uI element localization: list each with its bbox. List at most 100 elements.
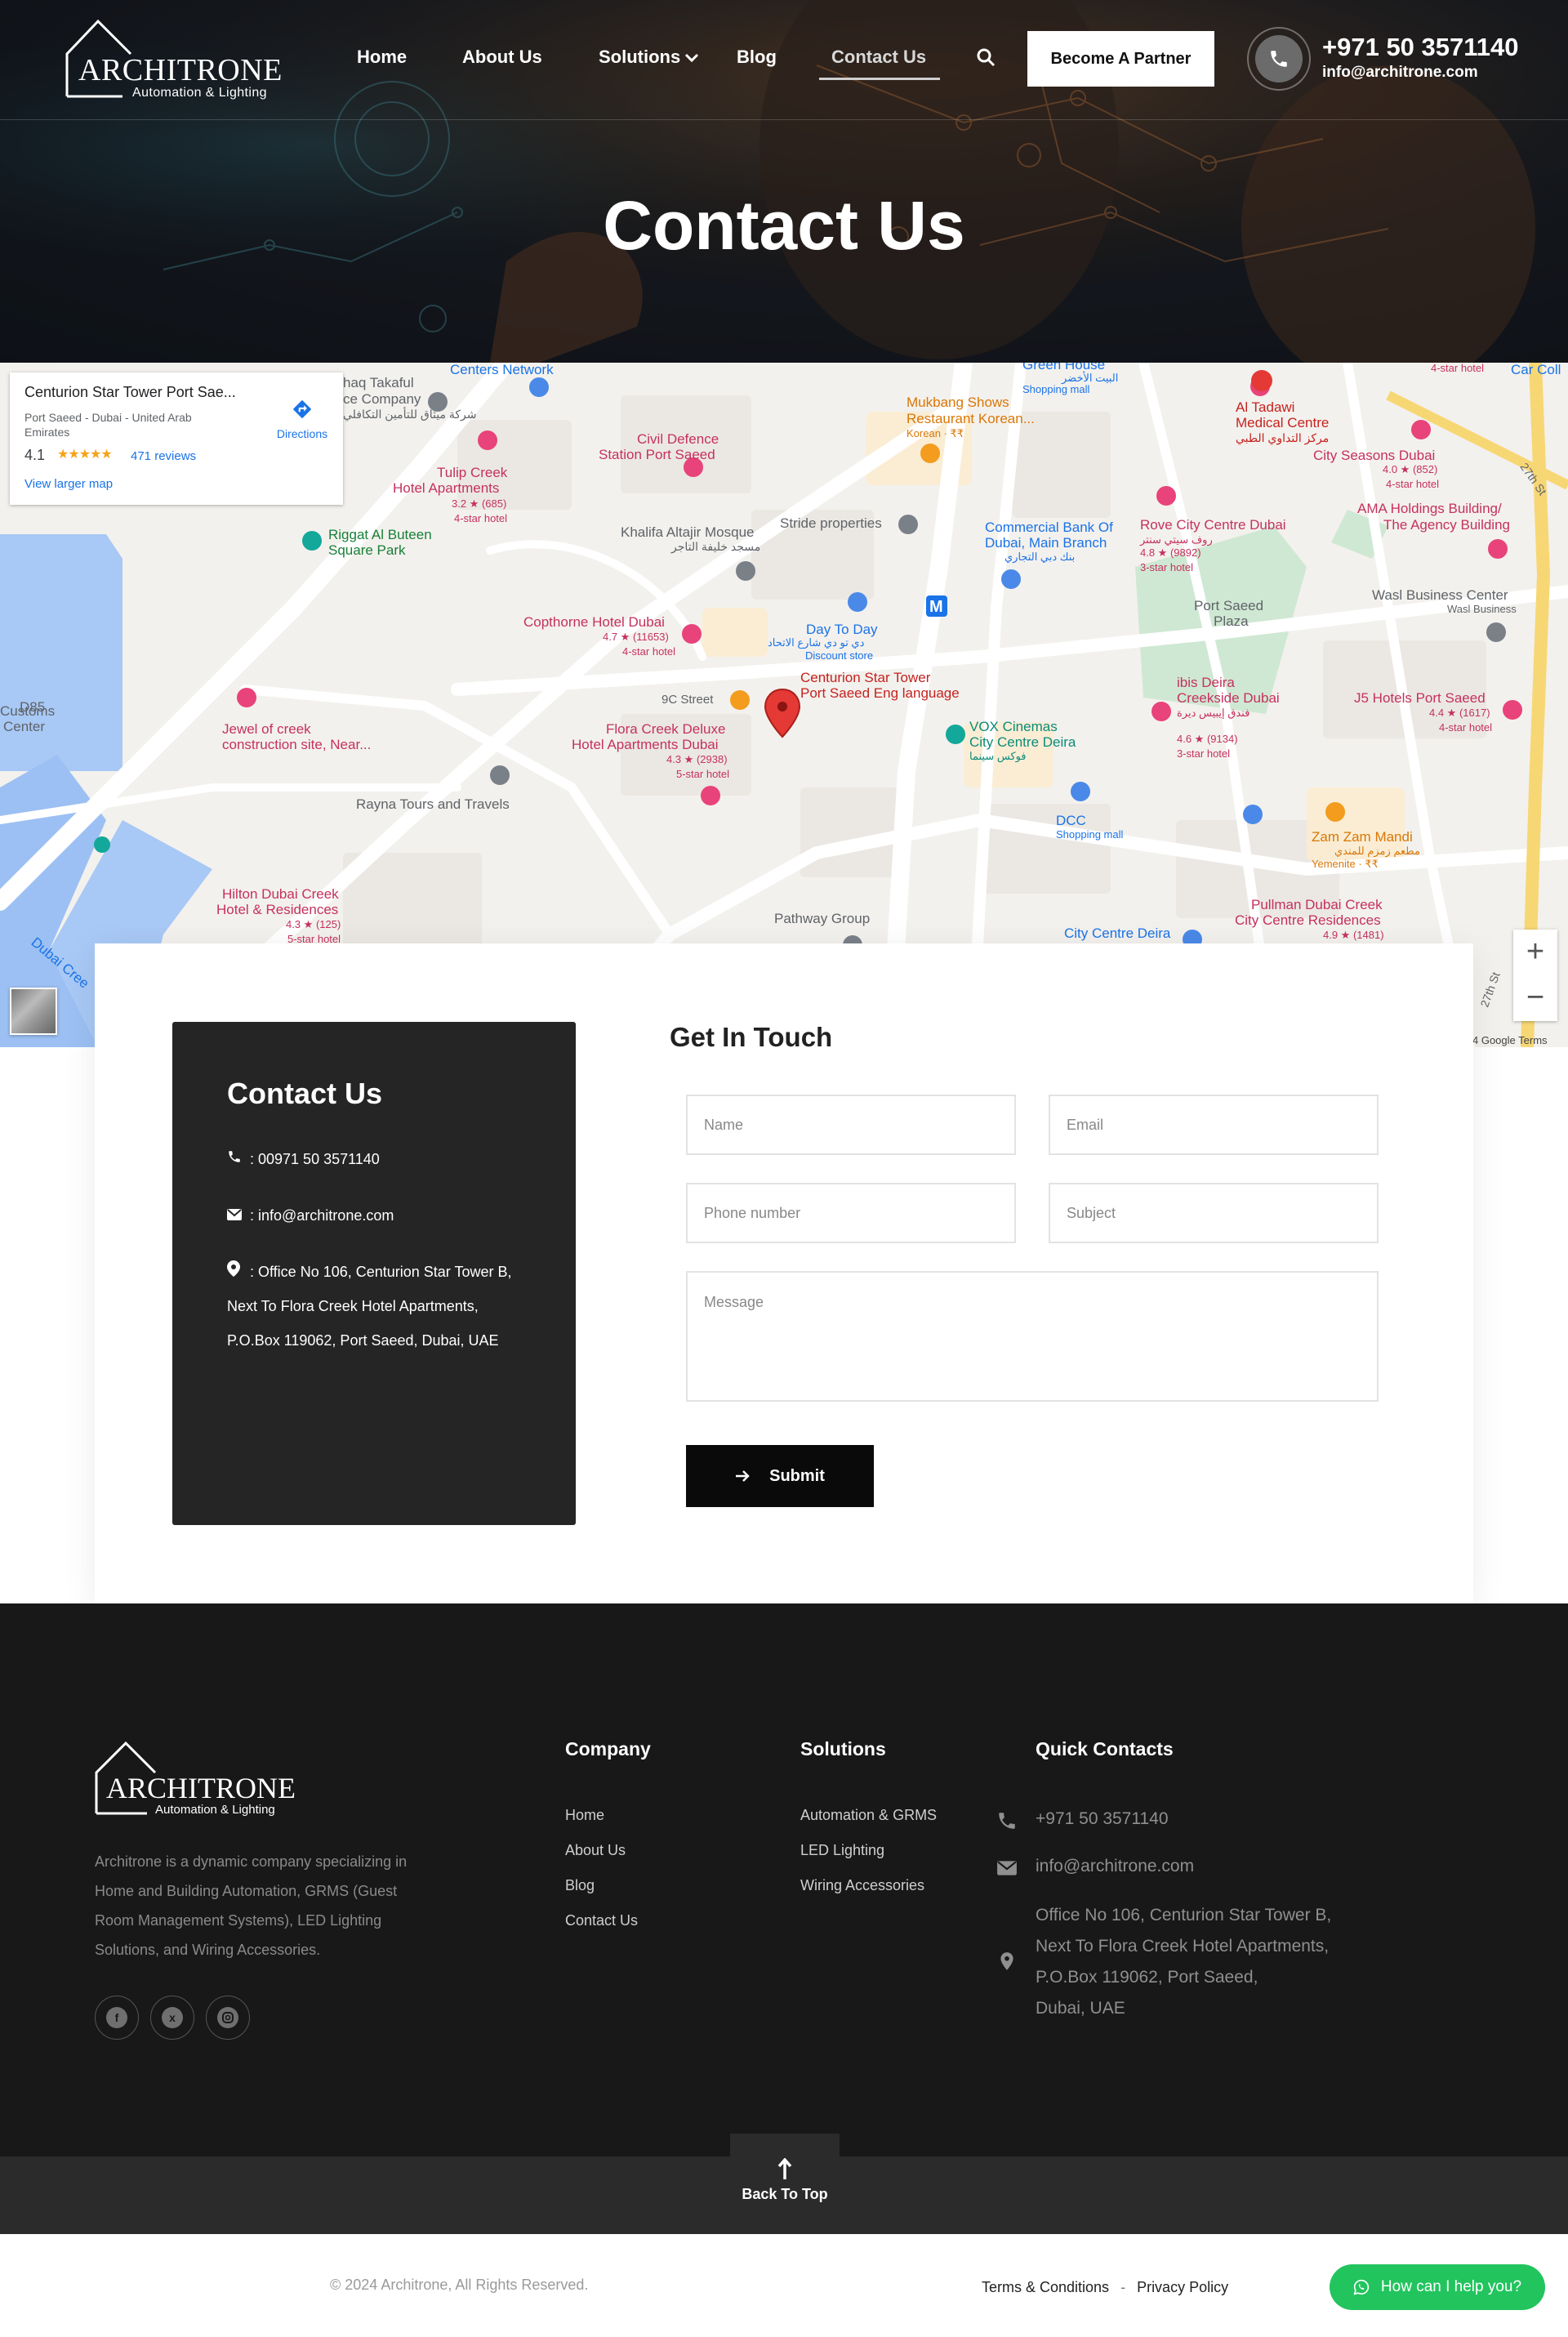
instagram-button[interactable] — [206, 1996, 250, 2040]
copyright-text: © 2024 Architrone, All Rights Reserved. — [330, 2277, 589, 2293]
map-label: Commercial Bank Of — [985, 520, 1113, 535]
map-label: 4.3 ★ (125) — [286, 918, 341, 930]
contact-email-row[interactable]: : info@architrone.com — [227, 1198, 394, 1233]
site-header: ARCHITRONE Automation & Lighting Home Ab… — [0, 0, 1568, 120]
terms-link[interactable]: Terms & Conditions — [982, 2279, 1109, 2295]
nav-contact-us[interactable]: Contact Us — [831, 47, 926, 68]
become-partner-button[interactable]: Become A Partner — [1027, 31, 1214, 87]
map-label: 9C Street — [662, 693, 714, 707]
nav-home[interactable]: Home — [357, 47, 407, 68]
back-to-top-button[interactable]: Back To Top — [730, 2134, 840, 2234]
footer-company-title: Company — [565, 1738, 651, 1759]
phone-call-button[interactable] — [1247, 27, 1311, 91]
directions-button[interactable]: Directions — [263, 399, 341, 440]
form-title: Get In Touch — [670, 1022, 833, 1052]
directions-label: Directions — [276, 427, 328, 440]
submit-button[interactable]: Submit — [686, 1445, 874, 1507]
map-label: 4-star hotel — [1439, 721, 1493, 734]
brand-name: ARCHITRONE — [78, 53, 283, 87]
map-label: Khalifa Altajir Mosque — [621, 524, 755, 540]
place-rating: 4.1 — [24, 447, 46, 463]
footer-link-about-us[interactable]: About Us — [565, 1842, 626, 1859]
map-label: ce Company — [343, 391, 421, 407]
arrow-up-icon — [777, 2158, 792, 2179]
message-textarea[interactable]: Message — [686, 1271, 1379, 1402]
legal-links: Terms & Conditions - Privacy Policy — [982, 2279, 1228, 2296]
map-label: 4-star hotel — [454, 512, 508, 524]
brand-logo[interactable]: ARCHITRONE Automation & Lighting — [65, 18, 294, 105]
nav-about-us[interactable]: About Us — [462, 47, 542, 68]
header-email[interactable]: info@architrone.com — [1322, 64, 1478, 82]
phone-input[interactable]: Phone number — [686, 1183, 1016, 1243]
email-input[interactable]: Email — [1049, 1095, 1379, 1155]
contact-info-box: Contact Us : 00971 50 3571140 : info@arc… — [172, 1022, 576, 1525]
footer-link-home[interactable]: Home — [565, 1807, 604, 1824]
envelope-icon — [227, 1198, 250, 1233]
map-label: فندق إيبيس ديرة — [1177, 707, 1250, 719]
footer-link-wiring[interactable]: Wiring Accessories — [800, 1877, 924, 1894]
map-label: VOX Cinemas — [969, 719, 1058, 734]
map-label: Wasl Business — [1447, 603, 1517, 615]
place-title: Centurion Star Tower Port Sae... — [24, 384, 236, 400]
map-label: Pullman Dubai Creek — [1251, 897, 1383, 912]
map-label: Wasl Business Center — [1372, 587, 1508, 603]
search-icon[interactable] — [976, 47, 997, 69]
facebook-button[interactable]: f — [95, 1996, 139, 2040]
view-larger-map-link[interactable]: View larger map — [24, 477, 113, 491]
facebook-icon: f — [106, 2007, 127, 2028]
privacy-link[interactable]: Privacy Policy — [1137, 2279, 1228, 2295]
map-label: دي تو دي شارع الاتحاد — [768, 636, 865, 649]
directions-icon — [293, 400, 311, 418]
map-label: 4.8 ★ (9892) — [1140, 546, 1201, 559]
map-label: City Seasons Dubai — [1313, 448, 1436, 463]
map-label: AMA Holdings Building/ — [1357, 501, 1502, 516]
footer-phone[interactable]: +971 50 3571140 — [1036, 1804, 1169, 1835]
footer-brand-tagline: Automation & Lighting — [155, 1803, 275, 1817]
map-label: Restaurant Korean... — [906, 411, 1035, 426]
map-label: ibis Deira — [1177, 675, 1235, 690]
map-label: Car Coll — [1511, 363, 1561, 377]
zoom-out-button[interactable]: − — [1513, 975, 1557, 1021]
location-pin-icon — [1000, 1952, 1013, 1970]
name-input[interactable]: Name — [686, 1095, 1016, 1155]
nav-active-underline — [819, 78, 940, 80]
map-label: 4.6 ★ (9134) — [1177, 733, 1238, 745]
place-reviews-link[interactable]: 471 reviews — [131, 449, 196, 463]
map-label: 3.2 ★ (685) — [452, 497, 507, 510]
map-label: The Agency Building — [1383, 517, 1510, 533]
page: ARCHITRONE Automation & Lighting Home Ab… — [0, 0, 1568, 2337]
whatsapp-chat-button[interactable]: How can I help you? — [1330, 2264, 1545, 2310]
map-label: بنك دبي التجاري — [1004, 551, 1076, 563]
satellite-toggle[interactable] — [10, 988, 57, 1035]
map-label: Hilton Dubai Creek — [222, 886, 339, 902]
chevron-down-icon[interactable] — [684, 52, 699, 64]
x-twitter-button[interactable]: x — [150, 1996, 194, 2040]
star-rating-icon: ★★★★★ — [57, 448, 113, 462]
footer-link-automation[interactable]: Automation & GRMS — [800, 1807, 937, 1824]
footer-email[interactable]: info@architrone.com — [1036, 1851, 1194, 1882]
footer-link-contact-us[interactable]: Contact Us — [565, 1912, 638, 1929]
page-title: Contact Us — [603, 187, 965, 264]
map-label: Stride properties — [780, 515, 882, 531]
contact-section: Contact Us : 00971 50 3571140 : info@arc… — [95, 943, 1473, 1603]
zoom-in-button[interactable]: + — [1513, 930, 1557, 975]
footer-link-led-lighting[interactable]: LED Lighting — [800, 1842, 884, 1859]
map-label: DCC — [1056, 813, 1086, 828]
map-zoom-control: + − — [1513, 930, 1557, 1021]
subject-input[interactable]: Subject — [1049, 1183, 1379, 1243]
header-phone-number[interactable]: +971 50 3571140 — [1322, 33, 1519, 62]
map-label: 4-star hotel — [1386, 478, 1440, 490]
map-label: Square Park — [328, 542, 406, 558]
footer-link-blog[interactable]: Blog — [565, 1877, 595, 1894]
map-label: 4.7 ★ (11653) — [603, 631, 669, 643]
nav-solutions[interactable]: Solutions — [599, 47, 680, 68]
footer-logo[interactable]: ARCHITRONE Automation & Lighting — [95, 1740, 307, 1822]
contact-phone-row[interactable]: : 00971 50 3571140 — [227, 1142, 380, 1176]
location-pin-icon — [227, 1255, 250, 1289]
footer-about-text: Architrone is a dynamic company speciali… — [95, 1853, 408, 1958]
brand-tagline: Automation & Lighting — [132, 86, 267, 100]
contact-address-row: : Office No 106, Centurion Star Tower B, — [227, 1255, 512, 1289]
map-attribution[interactable]: 4 Google Terms — [1472, 1034, 1548, 1046]
nav-blog[interactable]: Blog — [737, 47, 777, 68]
map-label: 4.0 ★ (852) — [1383, 463, 1438, 475]
